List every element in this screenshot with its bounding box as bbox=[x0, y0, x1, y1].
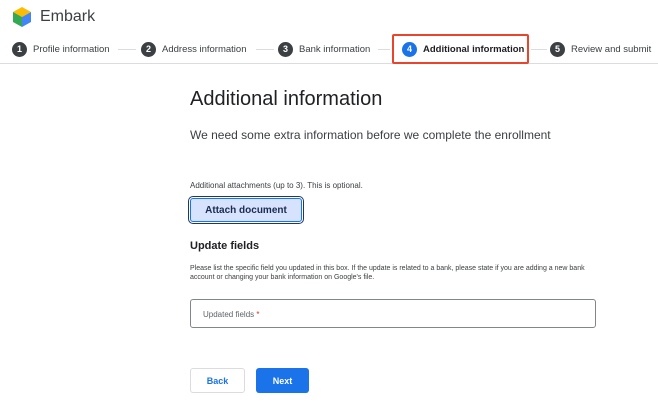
updated-fields-input-container[interactable]: Updated fields * bbox=[190, 299, 596, 328]
step-label: Address information bbox=[162, 43, 247, 55]
next-button[interactable]: Next bbox=[256, 368, 309, 393]
page-title: Additional information bbox=[190, 88, 383, 110]
step-number: 3 bbox=[278, 41, 293, 57]
step-number: 5 bbox=[550, 41, 565, 57]
embark-logo-icon bbox=[13, 7, 31, 27]
step-connector bbox=[378, 49, 390, 50]
step-number: 4 bbox=[402, 41, 417, 57]
step-additional-information[interactable]: 4 Additional information bbox=[392, 34, 529, 64]
attachments-label: Additional attachments (up to 3). This i… bbox=[190, 181, 363, 190]
step-label: Profile information bbox=[33, 43, 110, 55]
app-name: Embark bbox=[40, 8, 96, 25]
step-review-and-submit[interactable]: 5 Review and submit bbox=[550, 38, 651, 60]
page-subtitle: We need some extra information before we… bbox=[190, 128, 551, 142]
step-connector bbox=[531, 49, 547, 50]
step-connector bbox=[256, 49, 274, 50]
stepper: 1 Profile information 2 Address informat… bbox=[0, 34, 658, 64]
step-profile-information[interactable]: 1 Profile information bbox=[12, 38, 110, 60]
step-number: 1 bbox=[12, 41, 27, 57]
main-content: Additional information We need some extr… bbox=[188, 88, 600, 393]
step-label: Review and submit bbox=[571, 43, 652, 55]
step-label: Bank information bbox=[299, 43, 371, 55]
step-bank-information[interactable]: 3 Bank information bbox=[278, 38, 370, 60]
back-button[interactable]: Back bbox=[190, 368, 245, 393]
step-label: Additional information bbox=[423, 43, 525, 55]
app-header: Embark 1 Profile information 2 Address i… bbox=[0, 0, 658, 64]
update-fields-help: Please list the specific field you updat… bbox=[190, 265, 585, 281]
update-fields-title: Update fields bbox=[190, 240, 260, 252]
step-number: 2 bbox=[141, 41, 156, 57]
attach-document-button[interactable]: Attach document bbox=[188, 196, 304, 224]
step-connector bbox=[118, 49, 136, 50]
step-address-information[interactable]: 2 Address information bbox=[141, 38, 246, 60]
updated-fields-input[interactable] bbox=[203, 300, 583, 327]
